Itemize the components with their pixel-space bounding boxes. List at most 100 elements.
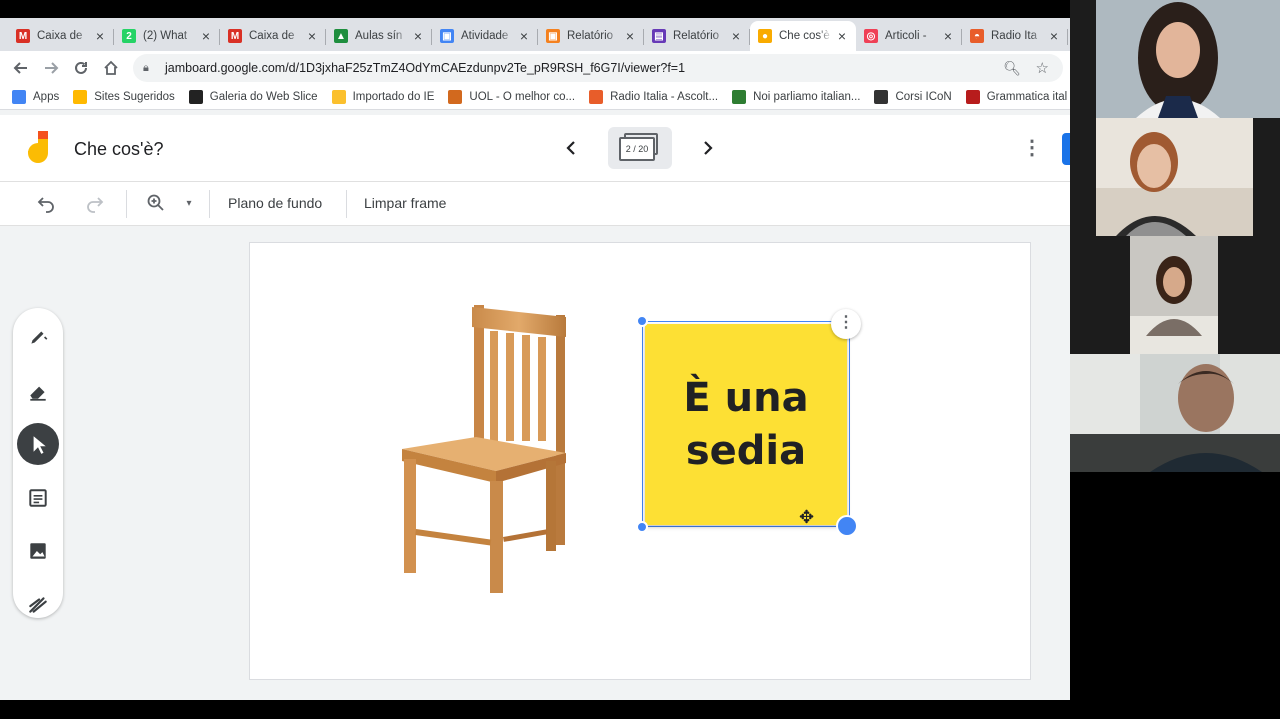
browser-tab[interactable]: 2 (2) What ×: [114, 21, 220, 51]
pocket-icon: ◎: [864, 29, 878, 43]
frame-bar-button[interactable]: 2 / 20: [608, 127, 672, 169]
home-button[interactable]: [96, 53, 126, 83]
bookmark-item[interactable]: Corsi ICoN: [874, 90, 952, 104]
more-options-icon[interactable]: ⋮: [1022, 135, 1042, 159]
reload-button[interactable]: [66, 53, 96, 83]
address-bar[interactable]: 🔒︎ jamboard.google.com/d/1D3jxhaF25zTmZ4…: [133, 54, 1063, 82]
jam-frame[interactable]: È una sedia ⋮ ✥: [249, 242, 1031, 680]
close-tab-icon[interactable]: ×: [412, 28, 424, 44]
zoom-icon[interactable]: [145, 193, 167, 215]
forms-icon: ▤: [652, 29, 666, 43]
resize-handle-bottom-left[interactable]: [636, 521, 648, 533]
background-button[interactable]: Plano de fundo: [228, 195, 322, 211]
rotate-handle[interactable]: [636, 315, 648, 327]
bookmark-label: Radio Italia - Ascolt...: [610, 91, 719, 103]
tab-title: Relatório: [567, 30, 614, 42]
bookmark-item[interactable]: Grammatica ital: [965, 90, 1068, 104]
toolbar-divider: [209, 190, 210, 218]
browser-tab[interactable]: ▲ Aulas sín ×: [326, 21, 432, 51]
tab-title: Caixa de: [249, 30, 295, 42]
browser-tab[interactable]: ▣ Relatório ×: [538, 21, 644, 51]
chair-image[interactable]: [398, 303, 573, 595]
tab-strip: M Caixa de × 2 (2) What × M Caixa de × ▲ Aulas sín…: [0, 18, 1070, 51]
bookmark-item[interactable]: Noi parliamo italian...: [732, 90, 860, 104]
bookmark-label: Noi parliamo italian...: [753, 91, 861, 103]
document-title[interactable]: Che cos'è?: [74, 139, 164, 160]
clear-frame-button[interactable]: Limpar frame: [364, 195, 446, 211]
jamboard-header: Che cos'è? 2 / 20 ⋮: [0, 115, 1070, 182]
reload-icon: [75, 61, 87, 74]
tab-title: Articoli -: [885, 30, 927, 42]
pen-tool-button[interactable]: [17, 316, 59, 358]
redo-icon[interactable]: [84, 193, 106, 215]
bookmark-item[interactable]: Radio Italia - Ascolt...: [589, 90, 718, 104]
laser-tool-icon: [29, 596, 47, 613]
tab-title: Atividade: [461, 30, 509, 42]
globe-icon: [874, 90, 889, 104]
participant-video-2: [1096, 118, 1253, 236]
frame-counter: 2 / 20: [619, 137, 655, 161]
browser-tab[interactable]: M Caixa de ×: [220, 21, 326, 51]
close-tab-icon[interactable]: ×: [624, 28, 636, 44]
pen-tool-icon: [31, 331, 48, 344]
undo-icon[interactable]: [35, 193, 57, 215]
bookmark-label: Importado do IE: [352, 91, 435, 103]
laser-tool-button[interactable]: [17, 584, 59, 626]
participant-video-3: [1130, 236, 1218, 354]
close-tab-icon[interactable]: ×: [518, 28, 530, 44]
browser-tab[interactable]: ● Che cos'è ×: [750, 21, 856, 51]
browser-tab[interactable]: ◓ Radio Ita ×: [962, 21, 1068, 51]
resize-handle-bottom-right[interactable]: [836, 515, 858, 537]
bookmark-label: Sites Sugeridos: [94, 91, 175, 103]
eraser-tool-button[interactable]: [17, 370, 59, 412]
bookmark-label: Apps: [33, 91, 60, 103]
bookmark-item[interactable]: Importado do IE: [331, 90, 435, 104]
toolbar-divider: [346, 190, 347, 218]
close-tab-icon[interactable]: ×: [200, 28, 212, 44]
close-tab-icon[interactable]: ×: [1048, 28, 1060, 44]
browser-tab[interactable]: M Caixa de ×: [8, 21, 114, 51]
bookmark-label: Galeria do Web Slice: [209, 91, 318, 103]
classroom-icon: ▣: [440, 29, 454, 43]
sticky-note-menu-icon[interactable]: ⋮: [831, 309, 861, 339]
browser-tab[interactable]: ◎ Articoli - ×: [856, 21, 962, 51]
back-arrow-icon: [13, 62, 27, 74]
close-tab-icon[interactable]: ×: [94, 28, 106, 44]
image-tool-button[interactable]: [17, 530, 59, 572]
folder-icon: [331, 90, 346, 104]
browser-tab[interactable]: ▤ Relatório ×: [644, 21, 750, 51]
edit-toolbar: ▾ Plano de fundo Limpar frame: [0, 182, 1070, 226]
bookmark-item[interactable]: Apps: [12, 90, 59, 104]
bookmark-star-icon[interactable]: ☆: [1036, 59, 1049, 77]
apps-grid-icon: [12, 90, 26, 104]
radio-italia-icon: [589, 90, 604, 104]
sticky-note[interactable]: È una sedia: [645, 324, 847, 525]
bottom-bar: [0, 700, 1280, 719]
sticky-note-selection[interactable]: È una sedia: [642, 321, 850, 527]
next-frame-button[interactable]: [697, 137, 719, 159]
bookmark-item[interactable]: Sites Sugeridos: [73, 90, 175, 104]
close-tab-icon[interactable]: ×: [942, 28, 954, 44]
tab-title: Caixa de: [37, 30, 83, 42]
sticky-note-tool-icon: [29, 488, 47, 507]
bookmark-item[interactable]: Galeria do Web Slice: [188, 90, 318, 104]
close-tab-icon[interactable]: ×: [306, 28, 318, 44]
zoom-dropdown-icon[interactable]: ▾: [178, 193, 200, 215]
bookmark-label: Corsi ICoN: [895, 91, 952, 103]
zoom-icon[interactable]: 🔍︎: [1003, 60, 1021, 77]
bookmark-item[interactable]: UOL - O melhor co...: [448, 90, 575, 104]
bookmark-label: Grammatica ital: [986, 91, 1068, 103]
select-tool-button[interactable]: [17, 423, 59, 465]
bing-icon: [73, 90, 88, 104]
previous-frame-button[interactable]: [560, 137, 582, 159]
close-tab-icon[interactable]: ×: [730, 28, 742, 44]
back-button[interactable]: [6, 53, 36, 83]
forward-button[interactable]: [36, 53, 66, 83]
share-button[interactable]: [1062, 133, 1070, 165]
sticky-note-text[interactable]: È una sedia: [651, 372, 841, 478]
sticky-note-tool-button[interactable]: [17, 477, 59, 519]
leaf-icon: [732, 90, 747, 104]
close-tab-icon[interactable]: ×: [836, 28, 848, 44]
browser-tab[interactable]: ▣ Atividade ×: [432, 21, 538, 51]
url-text: jamboard.google.com/d/1D3jxhaF25zTmZ4OdY…: [165, 61, 686, 75]
